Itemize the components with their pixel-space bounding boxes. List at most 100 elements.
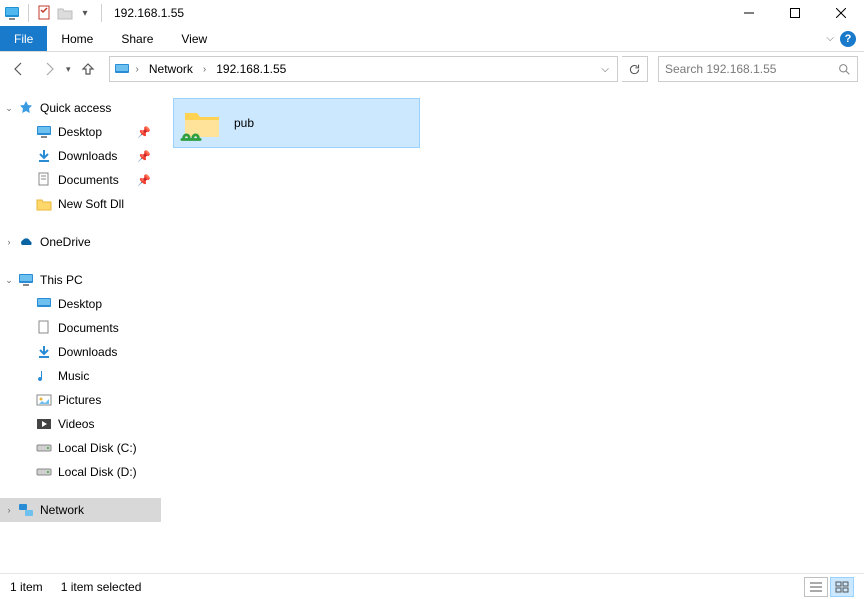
tree-this-pc[interactable]: ⌄ This PC <box>0 268 161 292</box>
ribbon-tab-home[interactable]: Home <box>47 26 107 51</box>
ribbon-tab-view[interactable]: View <box>167 26 221 51</box>
ribbon: File Home Share View ⌵ ? <box>0 26 864 52</box>
folder-icon <box>36 196 52 212</box>
network-icon <box>18 502 34 518</box>
tree-item-documents[interactable]: Documents <box>0 316 161 340</box>
qat-dropdown-icon[interactable]: ▾ <box>77 5 93 21</box>
quick-access-icon <box>18 100 34 116</box>
pin-icon: 📌 <box>137 126 151 139</box>
ribbon-tab-share[interactable]: Share <box>107 26 167 51</box>
separator <box>28 4 29 22</box>
tree-item-documents[interactable]: Documents 📌 <box>0 168 161 192</box>
pictures-icon <box>36 392 52 408</box>
tree-item-disk-c[interactable]: Local Disk (C:) <box>0 436 161 460</box>
desktop-icon <box>36 296 52 312</box>
documents-icon <box>36 320 52 336</box>
search-box[interactable] <box>658 56 858 82</box>
videos-icon <box>36 416 52 432</box>
status-item-count: 1 item <box>10 580 43 594</box>
quick-access-toolbar: ▾ <box>4 4 110 22</box>
item-name: pub <box>234 116 254 130</box>
refresh-button[interactable] <box>622 56 648 82</box>
breadcrumb-segment[interactable]: Network <box>143 57 199 81</box>
disk-icon <box>36 440 52 456</box>
shared-folder-icon <box>182 103 222 143</box>
window-controls <box>726 0 864 26</box>
forward-button[interactable] <box>36 56 62 82</box>
tree-label: Desktop <box>58 297 102 311</box>
item-view[interactable]: pub <box>161 86 864 573</box>
tree-label: Downloads <box>58 149 117 163</box>
chevron-down-icon[interactable]: ⌄ <box>4 103 14 114</box>
new-folder-icon[interactable] <box>57 5 73 21</box>
details-view-button[interactable] <box>804 577 828 597</box>
tree-item-pictures[interactable]: Pictures <box>0 388 161 412</box>
maximize-button[interactable] <box>772 0 818 26</box>
recent-locations-icon[interactable]: ▾ <box>66 64 71 75</box>
ribbon-collapse-icon[interactable]: ⌵ <box>826 33 834 44</box>
address-bar[interactable]: › Network › 192.168.1.55 ⌵ <box>109 56 618 82</box>
tree-label: Pictures <box>58 393 101 407</box>
explorer-body: ⌄ Quick access Desktop 📌 Downloads 📌 Doc… <box>0 86 864 573</box>
search-icon <box>838 63 851 76</box>
tree-label: Quick access <box>40 101 111 115</box>
folder-item[interactable]: pub <box>173 98 420 148</box>
tree-item-downloads[interactable]: Downloads <box>0 340 161 364</box>
music-icon <box>36 368 52 384</box>
documents-icon <box>36 172 52 188</box>
tree-label: Documents <box>58 321 119 335</box>
tree-network[interactable]: › Network <box>0 498 161 522</box>
address-dropdown-icon[interactable]: ⌵ <box>595 64 615 75</box>
tree-item-folder[interactable]: New Soft Dll <box>0 192 161 216</box>
tree-item-desktop[interactable]: Desktop 📌 <box>0 120 161 144</box>
properties-icon[interactable] <box>37 5 53 21</box>
search-input[interactable] <box>665 62 838 76</box>
tree-label: Network <box>40 503 84 517</box>
status-selected-count: 1 item selected <box>61 580 142 594</box>
desktop-icon <box>36 124 52 140</box>
tree-item-downloads[interactable]: Downloads 📌 <box>0 144 161 168</box>
tree-label: This PC <box>40 273 83 287</box>
tree-label: Music <box>58 369 89 383</box>
downloads-icon <box>36 344 52 360</box>
chevron-right-icon[interactable]: › <box>4 237 14 247</box>
window-title: 192.168.1.55 <box>114 6 184 20</box>
pin-icon: 📌 <box>137 174 151 187</box>
tree-label: Local Disk (C:) <box>58 441 137 455</box>
downloads-icon <box>36 148 52 164</box>
onedrive-icon <box>18 234 34 250</box>
tree-item-disk-d[interactable]: Local Disk (D:) <box>0 460 161 484</box>
location-icon <box>112 61 132 77</box>
tree-quick-access[interactable]: ⌄ Quick access <box>0 96 161 120</box>
title-bar: ▾ 192.168.1.55 <box>0 0 864 26</box>
tree-label: Downloads <box>58 345 117 359</box>
status-bar: 1 item 1 item selected <box>0 573 864 599</box>
navigation-pane[interactable]: ⌄ Quick access Desktop 📌 Downloads 📌 Doc… <box>0 86 161 573</box>
tree-onedrive[interactable]: › OneDrive <box>0 230 161 254</box>
minimize-button[interactable] <box>726 0 772 26</box>
app-icon <box>4 5 20 21</box>
tree-item-music[interactable]: Music <box>0 364 161 388</box>
ribbon-tab-file[interactable]: File <box>0 26 47 51</box>
chevron-right-icon[interactable]: › <box>199 64 210 75</box>
pin-icon: 📌 <box>137 150 151 163</box>
help-icon[interactable]: ? <box>840 31 856 47</box>
chevron-right-icon[interactable]: › <box>4 505 14 515</box>
breadcrumb-segment[interactable]: 192.168.1.55 <box>210 57 292 81</box>
back-button[interactable] <box>6 56 32 82</box>
tree-label: New Soft Dll <box>58 197 124 211</box>
tree-item-desktop[interactable]: Desktop <box>0 292 161 316</box>
tree-label: Documents <box>58 173 119 187</box>
tree-label: Videos <box>58 417 94 431</box>
tree-label: OneDrive <box>40 235 91 249</box>
tree-item-videos[interactable]: Videos <box>0 412 161 436</box>
separator <box>101 4 102 22</box>
tree-label: Local Disk (D:) <box>58 465 137 479</box>
large-icons-view-button[interactable] <box>830 577 854 597</box>
chevron-right-icon[interactable]: › <box>132 64 143 75</box>
up-button[interactable] <box>75 56 101 82</box>
chevron-down-icon[interactable]: ⌄ <box>4 275 14 286</box>
navigation-bar: ▾ › Network › 192.168.1.55 ⌵ <box>0 52 864 86</box>
close-button[interactable] <box>818 0 864 26</box>
this-pc-icon <box>18 272 34 288</box>
